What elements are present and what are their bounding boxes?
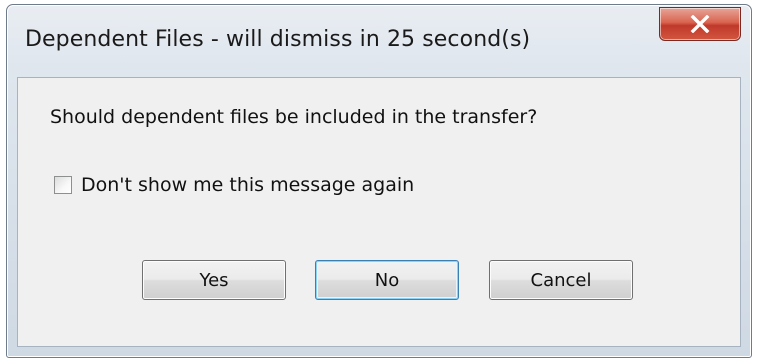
dialog-body: Should dependent files be included in th… xyxy=(17,77,741,347)
close-button[interactable] xyxy=(659,7,741,41)
title-bar[interactable]: Dependent Files - will dismiss in 25 sec… xyxy=(7,5,751,77)
yes-button[interactable]: Yes xyxy=(142,260,286,300)
no-button[interactable]: No xyxy=(315,260,459,300)
close-icon xyxy=(690,15,710,33)
question-text: Should dependent files be included in th… xyxy=(50,106,538,128)
dialog-window: Dependent Files - will dismiss in 25 sec… xyxy=(6,4,752,358)
dialog-title: Dependent Files - will dismiss in 25 sec… xyxy=(25,27,531,52)
cancel-button[interactable]: Cancel xyxy=(489,260,633,300)
dont-show-again-option[interactable]: Don't show me this message again xyxy=(54,174,414,196)
dont-show-again-checkbox[interactable] xyxy=(54,176,72,194)
dont-show-again-label[interactable]: Don't show me this message again xyxy=(81,174,414,196)
